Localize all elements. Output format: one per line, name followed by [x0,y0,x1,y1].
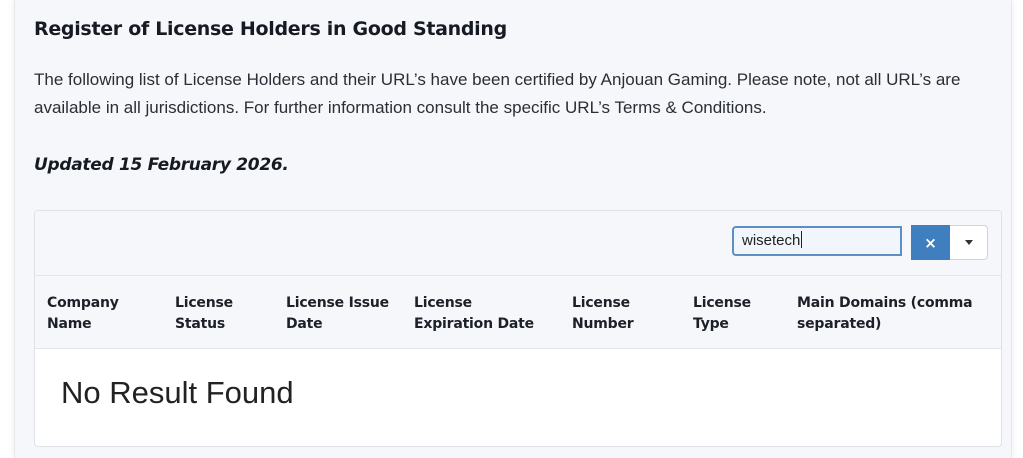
column-header-line: License [572,295,630,311]
search-input[interactable]: wisetech [732,226,902,256]
updated-date: Updated 15 February 2026. [34,155,289,175]
column-header-line: Company [47,295,119,311]
column-header-license-status[interactable]: License Status [175,293,233,335]
column-header-line: separated) [797,316,882,332]
table-header: Company Name License Status License Issu… [35,276,1001,349]
license-register-card: Register of License Holders in Good Stan… [14,0,1012,458]
text-caret [801,231,803,248]
column-header-license-type[interactable]: License Type [693,293,751,335]
column-header-line: Date [286,316,323,332]
column-header-line: License [414,295,472,311]
intro-paragraph: The following list of License Holders an… [34,70,961,117]
column-header-line: Main Domains (comma [797,295,973,311]
close-icon: × [924,233,937,252]
column-header-line: License [175,295,233,311]
column-header-line: Number [572,316,634,332]
column-header-line: Status [175,316,226,332]
column-header-line: License Issue [286,295,389,311]
clear-search-button[interactable]: × [911,225,950,260]
column-header-license-number[interactable]: License Number [572,293,634,335]
license-table: wisetech × Company Name License Status L… [34,210,1002,447]
column-header-main-domains[interactable]: Main Domains (comma separated) [797,293,973,335]
column-header-line: Name [47,316,92,332]
empty-state-message: No Result Found [61,375,294,410]
column-header-line: License [693,295,751,311]
page-title: Register of License Holders in Good Stan… [34,18,507,40]
caret-down-icon [964,240,973,245]
column-header-line: Type [693,316,729,332]
search-input-value: wisetech [742,232,801,249]
column-header-issue-date[interactable]: License Issue Date [286,293,389,335]
column-header-expiration-date[interactable]: License Expiration Date [414,293,534,335]
column-header-company-name[interactable]: Company Name [47,293,119,335]
column-header-line: Expiration Date [414,316,534,332]
search-dropdown-button[interactable] [950,225,988,260]
table-toolbar: wisetech × [35,211,1001,276]
